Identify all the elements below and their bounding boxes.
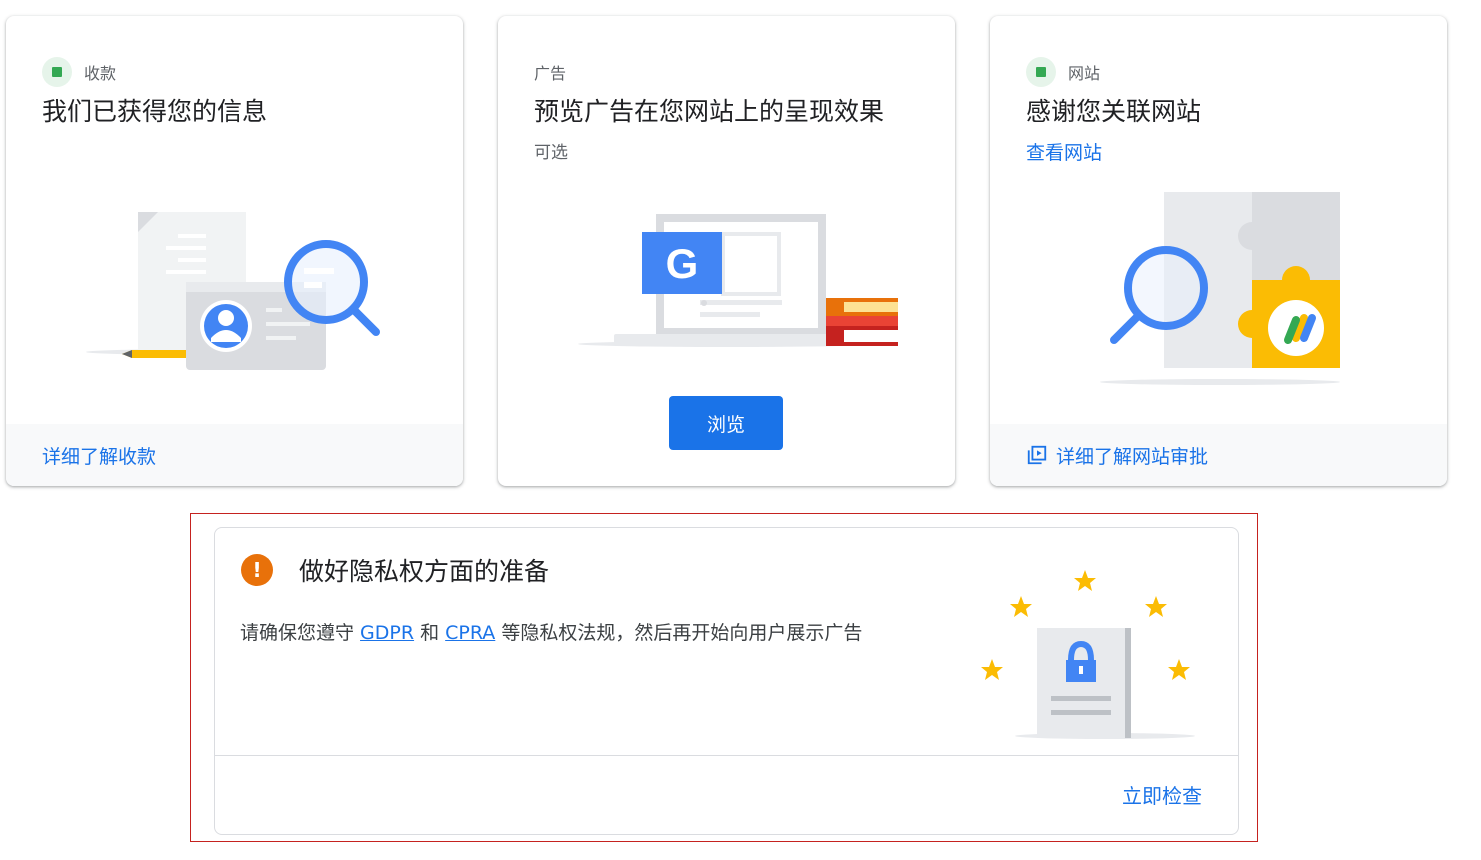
sites-eyebrow: 网站 [1026, 57, 1427, 87]
privacy-card: ! 做好隐私权方面的准备 请确保您遵守 GDPR 和 CPRA 等隐私权法规，然… [214, 527, 1239, 835]
privacy-description: 请确保您遵守 GDPR 和 CPRA 等隐私权法规，然后再开始向用户展示广告 [240, 618, 862, 645]
external-link-icon [1027, 445, 1047, 465]
view-sites-link[interactable]: 查看网站 [1026, 138, 1102, 165]
sites-card: 网站 感谢您关联网站 查看网站 详细了解网站审批 [990, 16, 1447, 486]
ads-preview-illustration: G [578, 214, 898, 347]
sites-card-header: 网站 感谢您关联网站 查看网站 [1026, 57, 1427, 165]
payments-card-header: 收款 我们已获得您的信息 [42, 57, 443, 130]
sites-eyebrow-label: 网站 [1068, 64, 1101, 83]
google-g-logo: G [666, 240, 699, 287]
ads-eyebrow-label: 广告 [534, 64, 567, 83]
payments-eyebrow: 收款 [42, 57, 443, 87]
privacy-title: 做好隐私权方面的准备 [299, 557, 550, 586]
check-badge-icon [1026, 57, 1056, 87]
privacy-divider [215, 755, 1238, 756]
privacy-text-before: 请确保您遵守 [240, 622, 361, 644]
warning-icon: ! [241, 554, 273, 586]
privacy-text-and: 和 [414, 622, 446, 644]
sites-title: 感谢您关联网站 [1026, 97, 1202, 126]
learn-site-approval-link[interactable]: 详细了解网站审批 [1056, 442, 1208, 469]
privacy-header: ! 做好隐私权方面的准备 [241, 552, 549, 588]
payments-illustration [86, 212, 380, 370]
cpra-link[interactable]: CPRA [445, 622, 495, 644]
payments-card: 收款 我们已获得您的信息 详细了解收款 [6, 16, 463, 486]
ads-card: 广告 预览广告在您网站上的呈现效果 可选 G 浏览 [498, 16, 955, 486]
payments-footer: 详细了解收款 [6, 424, 463, 486]
check-now-button[interactable]: 立即检查 [1122, 780, 1202, 809]
privacy-text-after: 等隐私权法规，然后再开始向用户展示广告 [495, 622, 863, 644]
ads-subtitle: 可选 [534, 143, 568, 163]
payments-title: 我们已获得您的信息 [42, 97, 268, 126]
check-badge-icon [42, 57, 72, 87]
ads-title: 预览广告在您网站上的呈现效果 [534, 97, 885, 126]
learn-payments-link[interactable]: 详细了解收款 [42, 442, 156, 469]
privacy-document-illustration [981, 570, 1195, 739]
sites-puzzle-illustration [1100, 192, 1340, 385]
browse-button[interactable]: 浏览 [669, 396, 783, 450]
payments-eyebrow-label: 收款 [84, 64, 117, 83]
sites-footer: 详细了解网站审批 [990, 424, 1447, 486]
gdpr-link[interactable]: GDPR [360, 622, 414, 644]
ads-eyebrow: 广告 [534, 58, 935, 86]
ads-card-header: 广告 预览广告在您网站上的呈现效果 可选 [534, 58, 935, 163]
